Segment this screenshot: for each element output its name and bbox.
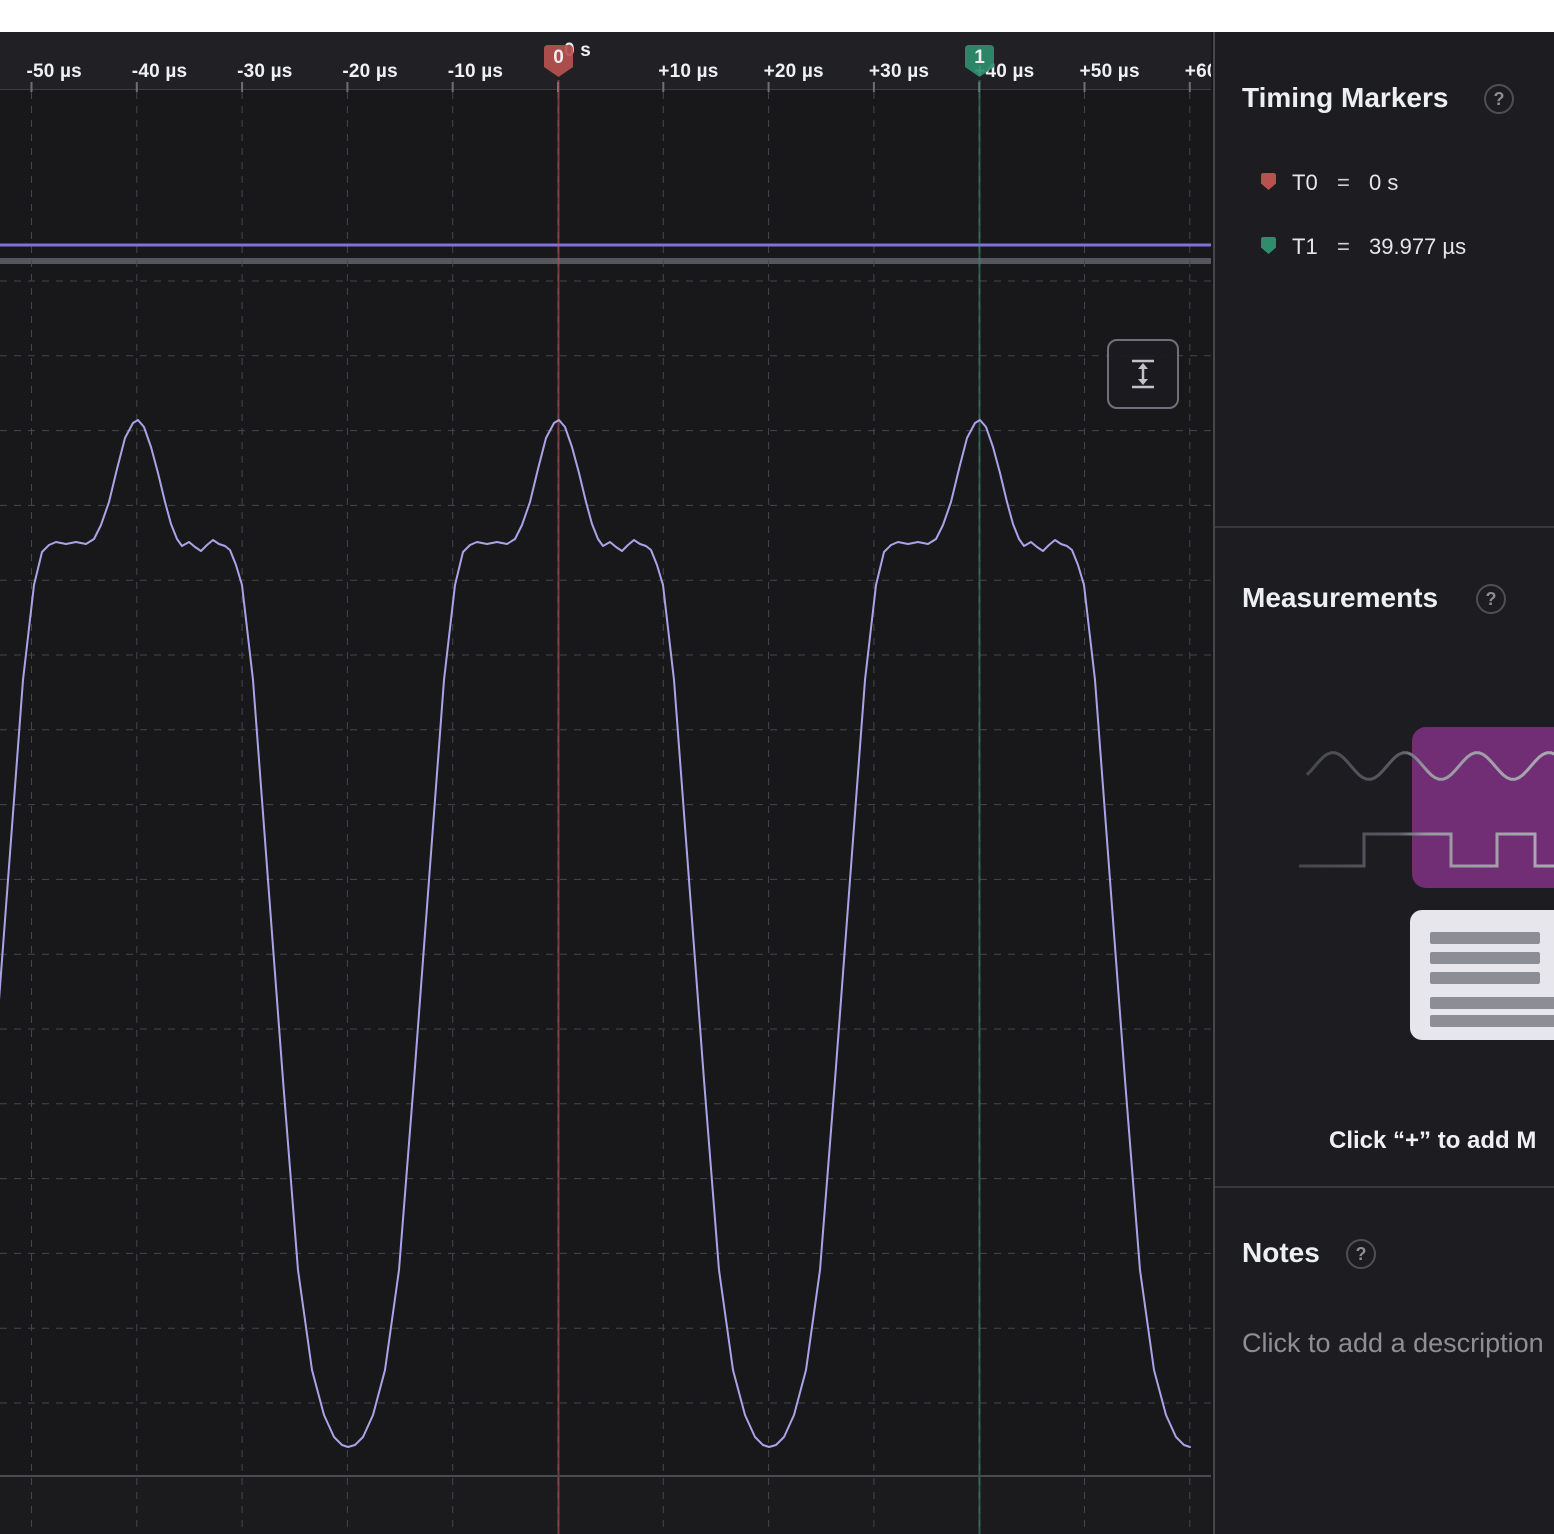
marker-flag-number: 1 <box>962 47 997 69</box>
t0-marker-flag[interactable]: 0 <box>541 42 576 80</box>
equals-sign: = <box>1337 170 1350 196</box>
notes-title: Notes <box>1242 1237 1320 1269</box>
marker-flag-number: 0 <box>541 47 576 69</box>
timing-marker-row-t1[interactable]: T1 = 39.977 µs <box>1215 234 1554 260</box>
timing-markers-help-icon[interactable]: ? <box>1484 84 1514 114</box>
marker-value: 39.977 µs <box>1369 234 1466 260</box>
timing-markers-title: Timing Markers <box>1242 82 1448 114</box>
top-chrome-strip <box>0 0 1554 32</box>
notes-placeholder[interactable]: Click to add a description <box>1242 1328 1544 1359</box>
equals-sign: = <box>1337 234 1350 260</box>
side-panel: Timing Markers ? T0 = 0 s T1 = 39.977 µs… <box>1213 32 1554 1534</box>
measurements-help-icon[interactable]: ? <box>1476 584 1506 614</box>
section-divider <box>1215 526 1554 528</box>
timing-marker-row-t0[interactable]: T0 = 0 s <box>1215 170 1554 196</box>
expand-channel-button[interactable] <box>1107 339 1179 409</box>
t1-marker-flag[interactable]: 1 <box>962 42 997 80</box>
waveform-plot-area[interactable]: -50 µs-40 µs-30 µs-20 µs-10 µs0 s+10 µs+… <box>0 32 1211 1534</box>
marker-name: T0 <box>1292 170 1318 196</box>
measurements-empty-hint: Click “+” to add M <box>1329 1127 1536 1155</box>
plot-canvas[interactable] <box>0 32 1211 1534</box>
marker-value: 0 s <box>1369 170 1398 196</box>
marker-name: T1 <box>1292 234 1318 260</box>
measurements-empty-illustration <box>1215 692 1554 1072</box>
channel-bottom-border <box>0 1475 1211 1477</box>
measurements-title: Measurements <box>1242 582 1438 614</box>
expand-vertical-icon <box>1129 358 1157 390</box>
notes-help-icon[interactable]: ? <box>1346 1239 1376 1269</box>
section-divider <box>1215 1186 1554 1188</box>
logic-analyzer-app: -50 µs-40 µs-30 µs-20 µs-10 µs0 s+10 µs+… <box>0 0 1554 1534</box>
t1-flag-icon <box>1259 235 1278 261</box>
t0-flag-icon <box>1259 171 1278 197</box>
analog-waveform-trace <box>0 420 1190 1447</box>
